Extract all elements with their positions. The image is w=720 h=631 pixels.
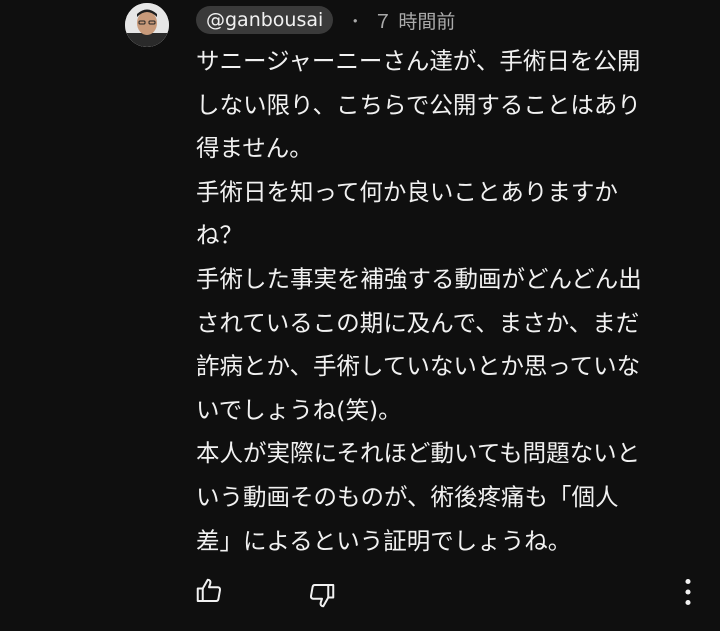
author-name[interactable]: @ganbousai [196,6,334,34]
comment-line: しない限り、こちらで公開することはあり [196,90,641,119]
comment-line: サニージャーニーさん達が、手術日を公開 [196,47,641,75]
comment-header: @ganbousai ・ ７ 時間前 [196,5,455,35]
comment-line: 差」によるという証明でしょうね。 [196,526,572,555]
avatar[interactable] [125,3,169,47]
comment-line: 詐病とか、手術していないとか思っていな [196,352,641,381]
comment-line: 手術した事実を補強する動画がどんどん出 [196,264,642,293]
separator-dot: ・ [347,12,364,31]
more-vertical-icon [685,578,691,606]
thumbs-down-icon [309,584,335,608]
comment-line: いでしょうね(笑)。 [196,395,402,424]
comment-text: サニージャーニーさん達が、手術日を公開 しない限り、こちらで公開することはあり … [196,40,676,563]
more-actions-button[interactable] [670,574,706,610]
comment-line: 本人が実際にそれほど動いても問題ないと [196,439,641,468]
comment-thread: @ganbousai ・ ７ 時間前 サニージャーニーさん達が、手術日を公開 し… [0,0,720,631]
comment-line: いう動画そのものが、術後疼痛も「個人 [196,482,619,511]
dislike-button[interactable] [304,577,340,613]
timestamp[interactable]: ７ 時間前 [373,7,455,34]
comment-line: 得ません。 [196,134,313,163]
comment-line: 手術日を知って何か良いことありますか [196,177,618,206]
comment-line: ね？ [196,221,243,250]
thumbs-up-icon [196,578,222,602]
comment-line: されているこの期に及んで、まさか、まだ [196,308,640,337]
like-button[interactable] [191,573,227,609]
